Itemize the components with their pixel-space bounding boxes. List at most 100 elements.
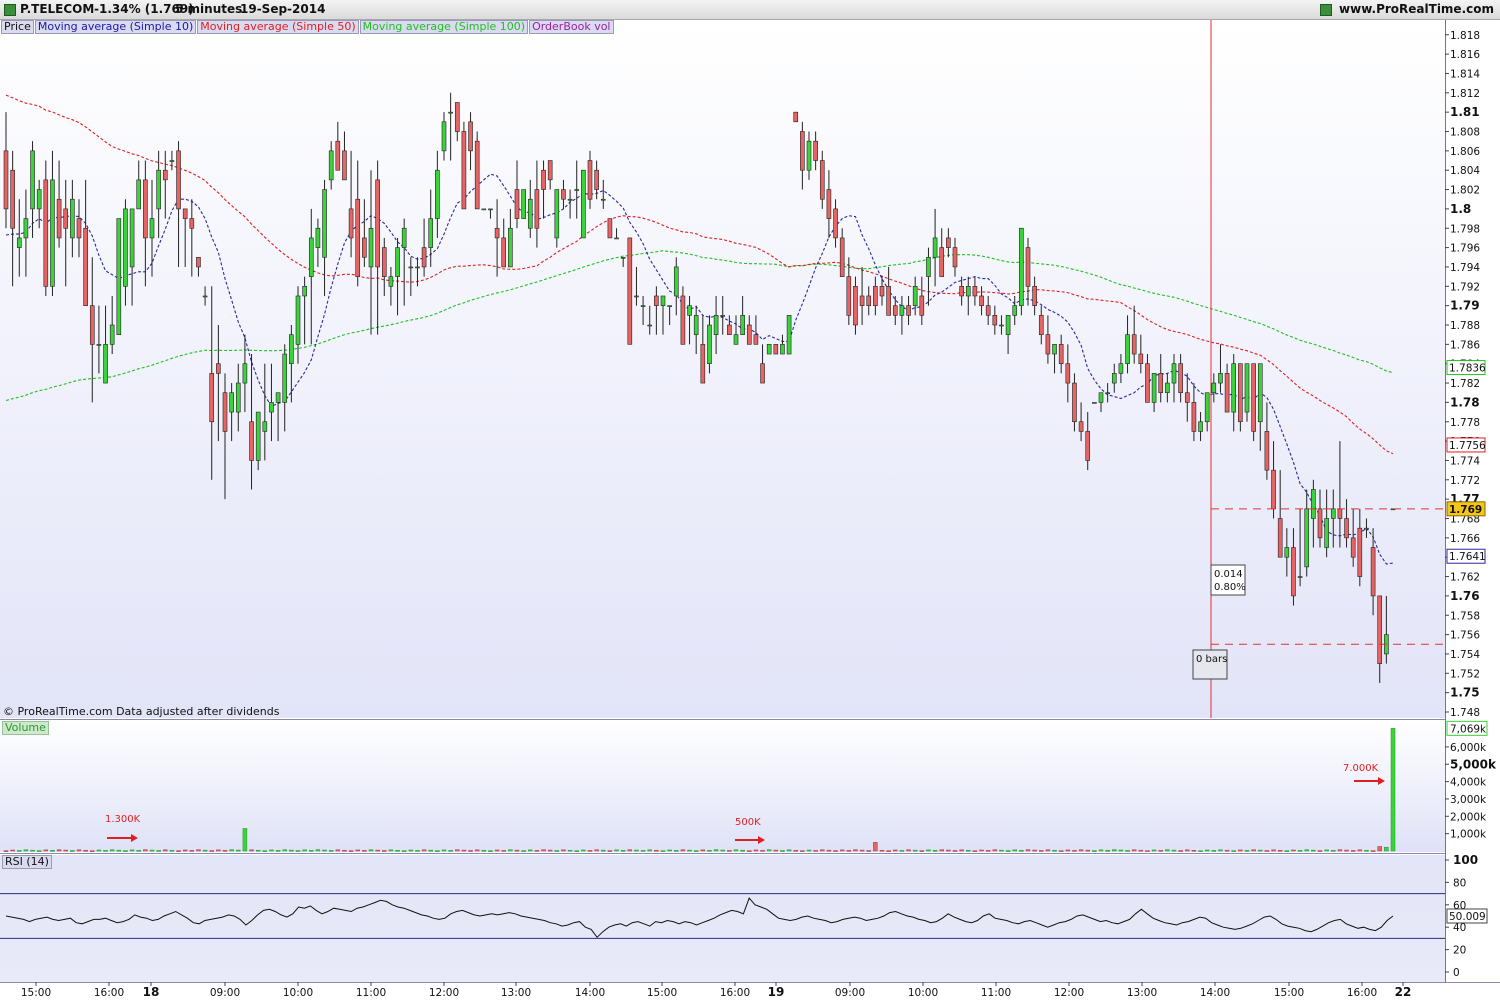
volume-bar[interactable]: [1284, 850, 1290, 852]
candle[interactable]: [468, 121, 473, 152]
volume-bar[interactable]: [1390, 728, 1396, 852]
candle[interactable]: [302, 285, 307, 297]
candle[interactable]: [780, 344, 785, 355]
volume-bar[interactable]: [1271, 849, 1276, 852]
candle[interactable]: [149, 218, 155, 239]
volume-bar[interactable]: [939, 849, 944, 852]
volume-bar[interactable]: [242, 828, 248, 852]
volume-bar[interactable]: [873, 842, 878, 852]
volume-bar[interactable]: [335, 849, 341, 852]
volume-bar[interactable]: [30, 849, 35, 852]
candle[interactable]: [1025, 247, 1031, 287]
candle[interactable]: [1065, 363, 1071, 384]
volume-bar[interactable]: [295, 850, 301, 852]
candle[interactable]: [527, 198, 533, 229]
candle[interactable]: [521, 189, 526, 219]
candle[interactable]: [932, 237, 938, 258]
candle[interactable]: [1344, 518, 1349, 539]
candle[interactable]: [786, 315, 792, 355]
volume-bar[interactable]: [521, 850, 526, 852]
candle[interactable]: [435, 169, 440, 219]
candle[interactable]: [1211, 382, 1217, 394]
volume-bar[interactable]: [806, 849, 812, 852]
volume-bar[interactable]: [474, 849, 480, 852]
volume-bar[interactable]: [156, 850, 161, 852]
volume-bar[interactable]: [614, 849, 619, 852]
candle[interactable]: [554, 189, 560, 239]
candle[interactable]: [727, 324, 732, 335]
candle[interactable]: [746, 324, 752, 345]
candle[interactable]: [308, 237, 314, 277]
volume-bar[interactable]: [169, 849, 175, 852]
candle[interactable]: [229, 392, 234, 413]
candle[interactable]: [1364, 527, 1369, 530]
candle[interactable]: [760, 363, 765, 384]
volume-bar[interactable]: [1191, 850, 1197, 852]
volume-bar[interactable]: [926, 849, 931, 852]
volume-bar[interactable]: [919, 850, 925, 852]
volume-bar[interactable]: [1158, 850, 1163, 852]
volume-bar[interactable]: [508, 849, 513, 852]
volume-bar[interactable]: [196, 849, 201, 852]
volume-bar[interactable]: [1224, 849, 1230, 852]
volume-bar[interactable]: [912, 849, 918, 852]
candle[interactable]: [209, 373, 215, 423]
volume-bar[interactable]: [1251, 849, 1256, 852]
volume-bar[interactable]: [189, 850, 195, 852]
volume-bar[interactable]: [1377, 846, 1382, 852]
volume-bar[interactable]: [1344, 849, 1349, 852]
chart-svg[interactable]: 1.8181.8161.8141.8121.811.8081.8061.8041…: [0, 0, 1500, 1000]
volume-bar[interactable]: [946, 849, 951, 852]
candle[interactable]: [800, 131, 805, 171]
volume-bar[interactable]: [753, 849, 759, 852]
volume-bar[interactable]: [640, 850, 646, 852]
candle[interactable]: [474, 140, 480, 210]
volume-bar[interactable]: [1384, 846, 1389, 852]
candle[interactable]: [627, 237, 633, 345]
volume-bar[interactable]: [1151, 849, 1157, 852]
candle[interactable]: [1304, 508, 1310, 568]
volume-bar[interactable]: [1045, 849, 1051, 852]
candle[interactable]: [965, 285, 971, 297]
volume-bar[interactable]: [952, 850, 958, 852]
volume-bar[interactable]: [236, 849, 241, 852]
volume-bar[interactable]: [1012, 849, 1017, 852]
volume-bar[interactable]: [322, 849, 327, 852]
candle[interactable]: [96, 344, 102, 346]
candle[interactable]: [1311, 489, 1316, 519]
candle[interactable]: [793, 111, 799, 123]
volume-bar[interactable]: [999, 849, 1004, 852]
volume-bar[interactable]: [441, 849, 447, 852]
volume-bar[interactable]: [1304, 849, 1309, 852]
volume-bar[interactable]: [839, 849, 845, 852]
candle[interactable]: [992, 315, 998, 326]
volume-bar[interactable]: [680, 849, 686, 852]
volume-bar[interactable]: [342, 849, 347, 852]
volume-bar[interactable]: [587, 850, 593, 852]
candle[interactable]: [162, 169, 168, 181]
volume-bar[interactable]: [1204, 849, 1210, 852]
volume-bar[interactable]: [494, 849, 500, 852]
volume-bar[interactable]: [654, 849, 659, 852]
candle[interactable]: [129, 208, 135, 268]
volume-bar[interactable]: [1138, 849, 1144, 852]
candle[interactable]: [1204, 392, 1210, 423]
candle[interactable]: [1284, 547, 1290, 558]
volume-bar[interactable]: [348, 850, 354, 852]
candle[interactable]: [972, 285, 978, 297]
volume-bar[interactable]: [820, 849, 825, 852]
candle[interactable]: [255, 411, 261, 461]
candle[interactable]: [1244, 363, 1250, 413]
candle[interactable]: [561, 189, 566, 200]
candle[interactable]: [156, 169, 161, 210]
candle[interactable]: [999, 324, 1004, 327]
volume-bar[interactable]: [289, 849, 294, 852]
candle[interactable]: [839, 237, 845, 277]
candle[interactable]: [275, 392, 281, 403]
volume-bar[interactable]: [362, 850, 367, 852]
volume-bar[interactable]: [448, 850, 453, 852]
volume-bar[interactable]: [853, 849, 858, 852]
candle[interactable]: [322, 189, 327, 258]
volume-bar[interactable]: [1198, 850, 1203, 852]
candle[interactable]: [733, 334, 739, 345]
